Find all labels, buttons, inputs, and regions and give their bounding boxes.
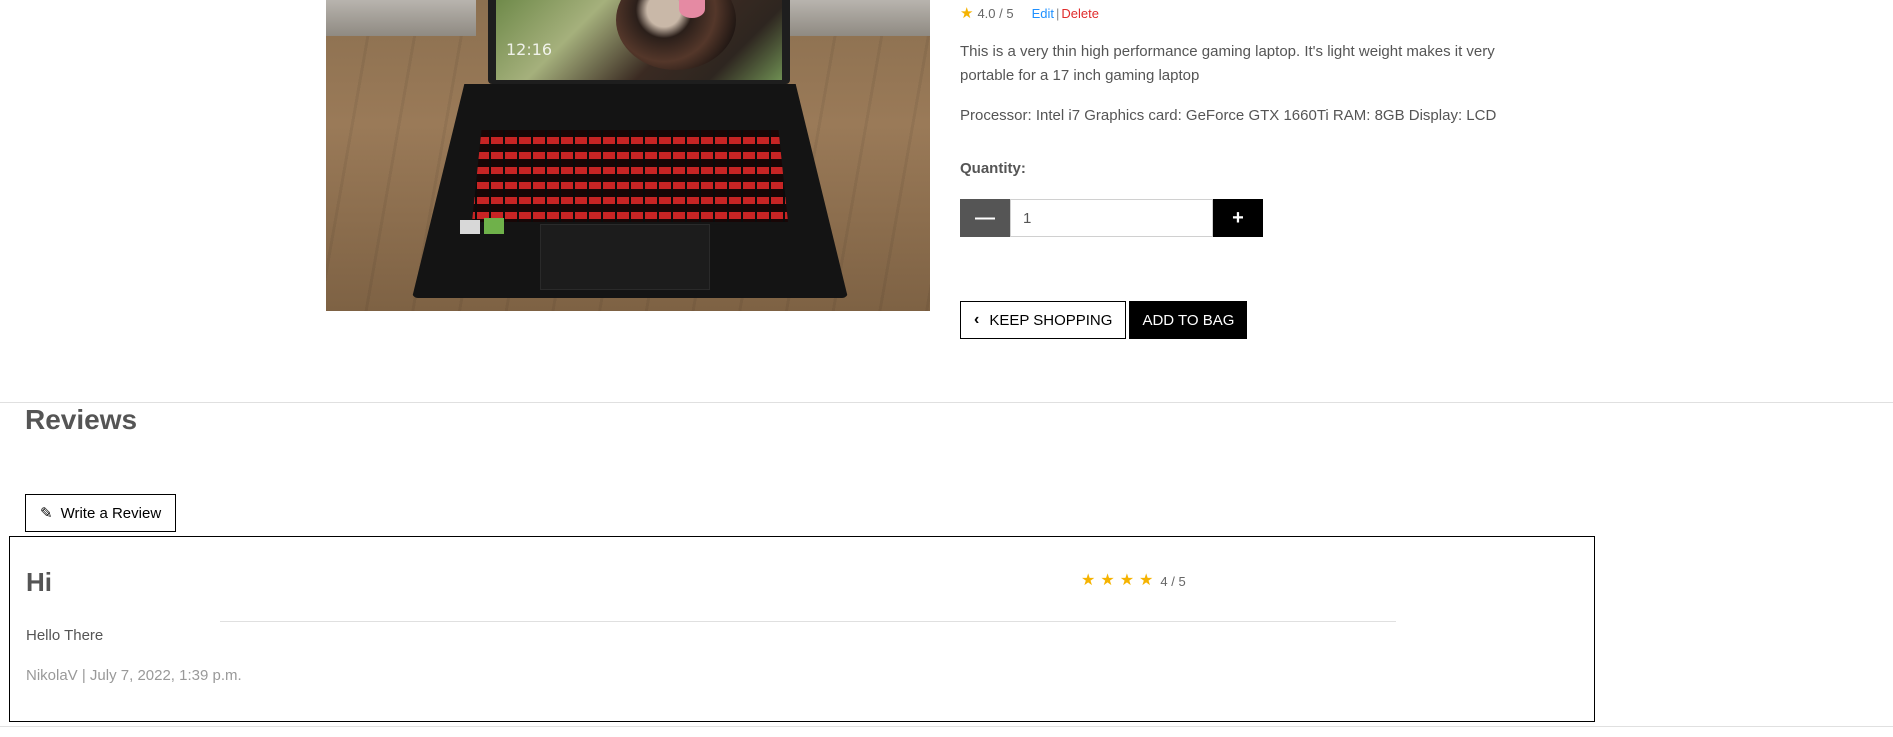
star-icon: ★ bbox=[1081, 572, 1096, 589]
increment-quantity-button[interactable]: + bbox=[1213, 199, 1263, 237]
minus-icon: — bbox=[975, 206, 995, 229]
edit-product-link[interactable]: Edit bbox=[1032, 6, 1054, 21]
write-review-label: Write a Review bbox=[60, 504, 162, 522]
laptop-wallpaper: 12:16 bbox=[496, 0, 782, 80]
dog-tongue bbox=[679, 0, 705, 18]
product-actions: ‹ KEEP SHOPPING ADD TO BAG bbox=[960, 301, 1248, 339]
quantity-input[interactable] bbox=[1010, 199, 1213, 237]
section-divider bbox=[0, 402, 1893, 403]
product-specs: Processor: Intel i7 Graphics card: GeFor… bbox=[960, 107, 1497, 124]
add-to-bag-label: ADD TO BAG bbox=[1142, 311, 1235, 329]
review-author-date: NikolaV | July 7, 2022, 1:39 p.m. bbox=[26, 667, 242, 684]
delete-product-link[interactable]: Delete bbox=[1061, 6, 1099, 21]
product-description: This is a very thin high performance gam… bbox=[960, 43, 1495, 84]
star-icon: ★ bbox=[1100, 572, 1115, 589]
product-rating-row: ★ 4.0 / 5 Edit | Delete bbox=[960, 3, 1099, 23]
background-window bbox=[326, 0, 476, 36]
dog-picture bbox=[616, 0, 736, 70]
review-divider bbox=[220, 621, 1396, 622]
review-rating: ★ ★ ★ ★ 4 / 5 bbox=[1081, 573, 1186, 589]
review-rating-text: 4 / 5 bbox=[1160, 573, 1186, 589]
product-image: 12:16 bbox=[326, 0, 930, 311]
star-icon: ★ bbox=[1139, 572, 1154, 589]
review-title: Hi bbox=[26, 567, 52, 597]
background-window bbox=[780, 0, 930, 36]
review-body: Hello There bbox=[26, 627, 104, 644]
lock-screen-time: 12:16 bbox=[506, 40, 553, 59]
add-to-bag-button[interactable]: ADD TO BAG bbox=[1129, 301, 1248, 339]
review-card: Hi ★ ★ ★ ★ 4 / 5 Hello There NikolaV | J… bbox=[9, 536, 1595, 722]
laptop-keyboard bbox=[472, 130, 788, 222]
chevron-left-icon: ‹ bbox=[974, 311, 980, 328]
reviews-heading: Reviews bbox=[25, 404, 138, 435]
laptop-sticker bbox=[484, 218, 504, 234]
quantity-stepper: — + bbox=[960, 199, 1263, 237]
star-icon: ★ bbox=[1119, 572, 1135, 589]
product-rating-text: 4.0 / 5 bbox=[977, 5, 1014, 21]
keep-shopping-label: KEEP SHOPPING bbox=[989, 311, 1113, 329]
write-review-button[interactable]: ✎ Write a Review bbox=[25, 494, 177, 532]
footer-divider bbox=[0, 726, 1893, 727]
product-detail-page: 12:16 ★ 4.0 / 5 Edit | Delete This is a … bbox=[0, 0, 1893, 737]
laptop-touchpad bbox=[540, 224, 710, 290]
keep-shopping-button[interactable]: ‹ KEEP SHOPPING bbox=[960, 301, 1127, 339]
laptop-sticker bbox=[460, 220, 480, 234]
link-separator: | bbox=[1056, 5, 1060, 21]
pencil-icon: ✎ bbox=[40, 505, 53, 522]
decrement-quantity-button[interactable]: — bbox=[960, 199, 1010, 237]
star-icon: ★ bbox=[960, 4, 974, 22]
plus-icon: + bbox=[1232, 206, 1244, 229]
laptop-screen: 12:16 bbox=[488, 0, 790, 84]
quantity-label: Quantity: bbox=[960, 160, 1026, 177]
